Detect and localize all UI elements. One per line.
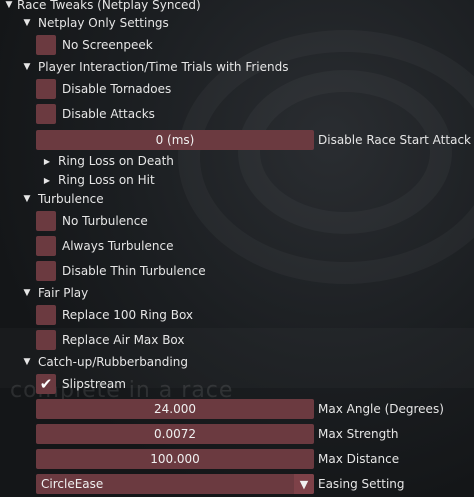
- race-tweaks-title: Race Tweaks (Netplay Synced): [17, 0, 201, 12]
- ring-loss-death-label: Ring Loss on Death: [58, 154, 174, 168]
- no-turbulence-label: No Turbulence: [62, 214, 148, 228]
- replace-air-max-box-label: Replace Air Max Box: [62, 333, 185, 347]
- expanded-arrow-icon: ▼: [23, 18, 31, 28]
- expanded-arrow-icon: ▼: [23, 194, 31, 204]
- fair-play-title: Fair Play: [38, 286, 89, 300]
- always-turbulence-checkbox[interactable]: [36, 236, 56, 256]
- disable-attacks-checkbox[interactable]: [36, 104, 56, 124]
- collapsed-arrow-icon: ▶: [43, 175, 51, 185]
- catchup-title: Catch-up/Rubberbanding: [38, 355, 188, 369]
- disable-tornadoes-row[interactable]: Disable Tornadoes: [36, 78, 171, 100]
- checkmark-icon: ✔: [39, 375, 53, 393]
- no-screenpeek-checkbox[interactable]: [36, 35, 56, 55]
- replace-100-ring-box-row[interactable]: Replace 100 Ring Box: [36, 304, 193, 326]
- max-angle-input[interactable]: 24.000: [36, 399, 314, 419]
- disable-tornadoes-label: Disable Tornadoes: [62, 82, 172, 96]
- disable-thin-turbulence-row[interactable]: Disable Thin Turbulence: [36, 260, 206, 282]
- always-turbulence-row[interactable]: Always Turbulence: [36, 235, 173, 257]
- no-turbulence-row[interactable]: No Turbulence: [36, 210, 148, 232]
- expanded-arrow-icon: ▼: [23, 62, 31, 72]
- ring-loss-hit-label: Ring Loss on Hit: [58, 173, 155, 187]
- expanded-arrow-icon: ▼: [23, 357, 31, 367]
- max-distance-input[interactable]: 100.000: [36, 449, 314, 469]
- slipstream-label: Slipstream: [62, 377, 126, 391]
- expanded-arrow-icon: ▼: [5, 0, 13, 10]
- max-strength-input[interactable]: 0.0072: [36, 424, 314, 444]
- catchup-header[interactable]: ▼ Catch-up/Rubberbanding: [20, 351, 188, 373]
- no-screenpeek-row[interactable]: No Screenpeek: [36, 34, 153, 56]
- player-interaction-title: Player Interaction/Time Trials with Frie…: [38, 60, 289, 74]
- player-interaction-header[interactable]: ▼ Player Interaction/Time Trials with Fr…: [20, 56, 289, 78]
- race-start-attack-input[interactable]: 0 (ms): [36, 130, 314, 150]
- max-distance-label: Max Distance: [318, 452, 400, 466]
- replace-air-max-box-checkbox[interactable]: [36, 330, 56, 350]
- fair-play-header[interactable]: ▼ Fair Play: [20, 282, 89, 304]
- turbulence-header[interactable]: ▼ Turbulence: [20, 188, 104, 210]
- race-start-attack-label: Disable Race Start Attack: [318, 133, 471, 147]
- disable-attacks-row[interactable]: Disable Attacks: [36, 103, 155, 125]
- easing-setting-dropdown[interactable]: CircleEase ▼: [36, 474, 314, 494]
- max-angle-label: Max Angle (Degrees): [318, 402, 444, 416]
- expanded-arrow-icon: ▼: [23, 288, 31, 298]
- background-ring-decoration: [238, 70, 452, 234]
- easing-setting-value: CircleEase: [41, 477, 104, 491]
- race-tweaks-panel: complete in a race ▼ Race Tweaks (Netpla…: [0, 0, 474, 497]
- netplay-settings-title: Netplay Only Settings: [38, 16, 169, 30]
- collapsed-arrow-icon: ▶: [43, 156, 51, 166]
- slipstream-row[interactable]: ✔ Slipstream: [36, 373, 126, 395]
- no-turbulence-checkbox[interactable]: [36, 211, 56, 231]
- disable-attacks-label: Disable Attacks: [62, 107, 155, 121]
- turbulence-title: Turbulence: [38, 192, 104, 206]
- max-strength-label: Max Strength: [318, 427, 399, 441]
- disable-tornadoes-checkbox[interactable]: [36, 79, 56, 99]
- easing-setting-label: Easing Setting: [318, 477, 405, 491]
- dropdown-arrow-icon[interactable]: ▼: [294, 474, 314, 494]
- disable-thin-turbulence-label: Disable Thin Turbulence: [62, 264, 206, 278]
- replace-air-max-box-row[interactable]: Replace Air Max Box: [36, 329, 185, 351]
- slipstream-checkbox[interactable]: ✔: [36, 374, 56, 394]
- replace-100-ring-box-checkbox[interactable]: [36, 305, 56, 325]
- disable-thin-turbulence-checkbox[interactable]: [36, 261, 56, 281]
- replace-100-ring-box-label: Replace 100 Ring Box: [62, 308, 194, 322]
- no-screenpeek-label: No Screenpeek: [62, 38, 153, 52]
- netplay-settings-header[interactable]: ▼ Netplay Only Settings: [20, 12, 169, 34]
- always-turbulence-label: Always Turbulence: [62, 239, 174, 253]
